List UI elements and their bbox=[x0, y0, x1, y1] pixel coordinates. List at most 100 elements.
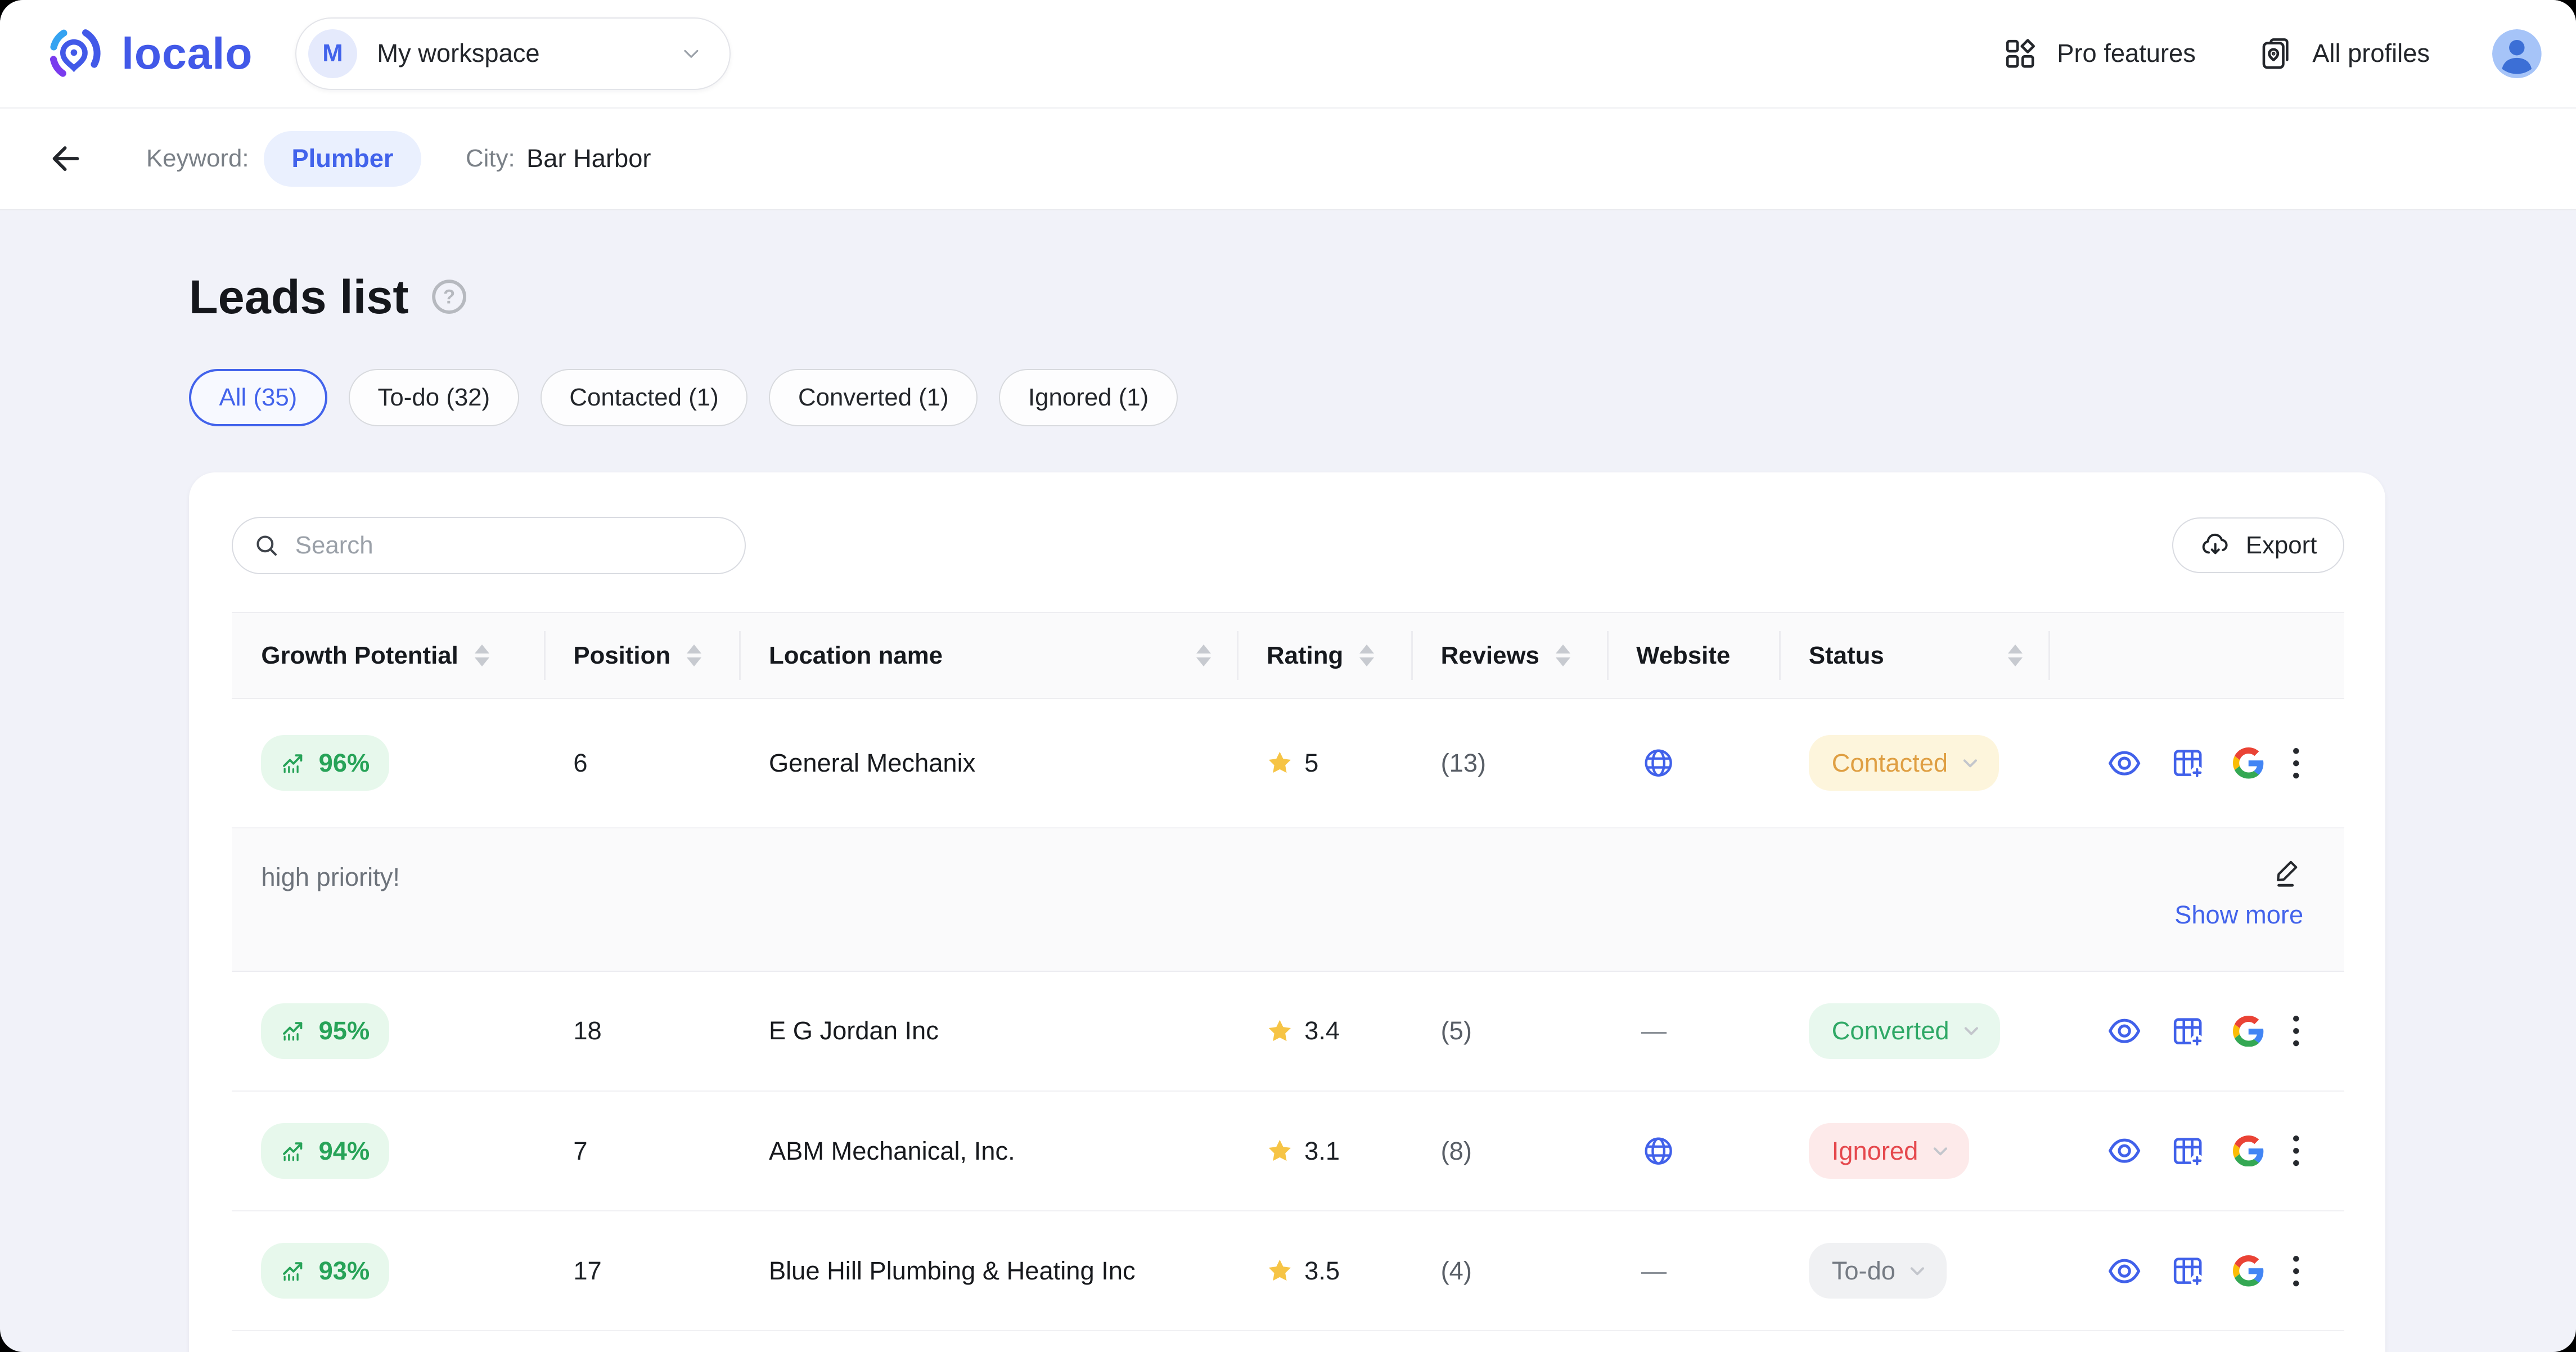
keyword-value-chip[interactable]: Plumber bbox=[264, 131, 421, 187]
nav-all-profiles[interactable]: All profiles bbox=[2258, 37, 2430, 71]
col-rating[interactable]: Rating bbox=[1237, 613, 1411, 698]
keyword-label: Keyword: bbox=[146, 145, 249, 173]
search-input[interactable] bbox=[295, 531, 725, 560]
help-circle-icon[interactable]: ? bbox=[430, 278, 468, 316]
col-growth-potential[interactable]: Growth Potential bbox=[232, 613, 544, 698]
growth-badge: 96% bbox=[261, 735, 389, 791]
table-add-icon[interactable] bbox=[2170, 746, 2205, 780]
city-label: City: bbox=[466, 145, 515, 173]
reviews-cell: (13) bbox=[1411, 699, 1607, 827]
location-name-cell: E G Jordan Inc bbox=[739, 972, 1237, 1090]
kebab-menu-icon[interactable] bbox=[2292, 1134, 2300, 1167]
status-chip[interactable]: Contacted bbox=[1809, 735, 1999, 791]
trend-up-icon bbox=[281, 1139, 305, 1164]
tab-converted[interactable]: Converted (1) bbox=[769, 369, 978, 426]
chevron-down-icon bbox=[1905, 1259, 1930, 1283]
row-actions bbox=[2048, 699, 2344, 827]
pencil-edit-icon[interactable] bbox=[2272, 854, 2303, 889]
export-label: Export bbox=[2246, 531, 2317, 560]
eye-icon[interactable] bbox=[2106, 1253, 2142, 1289]
table-add-icon[interactable] bbox=[2170, 1014, 2205, 1048]
context-bar: Keyword: Plumber City: Bar Harbor bbox=[0, 109, 2576, 210]
col-website: Website bbox=[1607, 613, 1780, 698]
brand-wordmark: localo bbox=[121, 28, 253, 79]
all-profiles-pin-icon bbox=[2258, 37, 2293, 71]
chevron-down-icon bbox=[1959, 1018, 1984, 1043]
chevron-down-icon bbox=[1958, 751, 1983, 776]
location-name-cell: ABM Mechanical, Inc. bbox=[739, 1092, 1237, 1210]
kebab-menu-icon[interactable] bbox=[2292, 1255, 2300, 1287]
sort-arrows-icon bbox=[1556, 645, 1570, 666]
rating-cell: 3.1 bbox=[1237, 1092, 1411, 1210]
col-status[interactable]: Status bbox=[1779, 613, 2048, 698]
rating-cell: 5 bbox=[1237, 699, 1411, 827]
position-cell: 6 bbox=[544, 699, 740, 827]
search-icon bbox=[253, 531, 281, 560]
show-more-link[interactable]: Show more bbox=[2174, 900, 2303, 930]
cloud-download-icon bbox=[2200, 530, 2231, 561]
reviews-cell: (5) bbox=[1411, 972, 1607, 1090]
sort-arrows-icon bbox=[687, 645, 701, 666]
city-value: Bar Harbor bbox=[526, 144, 651, 173]
position-cell: 18 bbox=[544, 972, 740, 1090]
chevron-down-icon bbox=[679, 41, 704, 66]
row-actions bbox=[2048, 972, 2344, 1090]
nav-all-profiles-label: All profiles bbox=[2312, 39, 2430, 68]
workspace-selector[interactable]: M My workspace bbox=[295, 17, 731, 90]
localo-logo-icon bbox=[41, 21, 107, 87]
export-button[interactable]: Export bbox=[2172, 517, 2344, 573]
position-cell: 7 bbox=[544, 1092, 740, 1210]
col-position[interactable]: Position bbox=[544, 613, 740, 698]
google-g-icon[interactable] bbox=[2233, 1135, 2264, 1166]
pro-features-grid-icon bbox=[2003, 37, 2037, 71]
eye-icon[interactable] bbox=[2106, 745, 2142, 781]
table-row: 95% 18 E G Jordan Inc 3.4 (5) — Converte… bbox=[232, 972, 2344, 1092]
kebab-menu-icon[interactable] bbox=[2292, 747, 2300, 779]
globe-icon[interactable] bbox=[1641, 746, 1676, 780]
google-g-icon[interactable] bbox=[2233, 1016, 2264, 1047]
row-actions bbox=[2048, 1211, 2344, 1330]
eye-icon[interactable] bbox=[2106, 1133, 2142, 1169]
back-arrow-icon[interactable] bbox=[46, 139, 85, 178]
nav-pro-features-label: Pro features bbox=[2057, 39, 2196, 68]
table-row: 94% 7 ABM Mechanical, Inc. 3.1 (8) Ignor… bbox=[232, 1092, 2344, 1211]
localo-logo[interactable]: localo bbox=[41, 21, 253, 87]
search-box bbox=[232, 517, 746, 574]
google-g-icon[interactable] bbox=[2233, 1255, 2264, 1286]
sort-arrows-icon bbox=[1359, 645, 1374, 666]
table-row: 96% 6 General Mechanix 5 (13) Contacted bbox=[232, 699, 2344, 827]
kebab-menu-icon[interactable] bbox=[2292, 1015, 2300, 1047]
no-website-dash: — bbox=[1641, 1256, 1667, 1286]
tab-contacted[interactable]: Contacted (1) bbox=[541, 369, 748, 426]
app-window: localo M My workspace Pro features bbox=[0, 0, 2576, 1352]
globe-icon[interactable] bbox=[1641, 1134, 1676, 1168]
growth-badge: 93% bbox=[261, 1243, 389, 1299]
tab-ignored[interactable]: Ignored (1) bbox=[999, 369, 1178, 426]
nav-pro-features[interactable]: Pro features bbox=[2003, 37, 2196, 71]
top-bar: localo M My workspace Pro features bbox=[0, 0, 2576, 109]
workspace-label: My workspace bbox=[377, 39, 678, 68]
table-add-icon[interactable] bbox=[2170, 1254, 2205, 1288]
tab-all[interactable]: All (35) bbox=[189, 369, 327, 426]
sort-arrows-icon bbox=[1196, 645, 1211, 666]
rating-cell: 3.4 bbox=[1237, 972, 1411, 1090]
status-chip[interactable]: Ignored bbox=[1809, 1123, 1969, 1179]
eye-icon[interactable] bbox=[2106, 1013, 2142, 1049]
user-avatar[interactable] bbox=[2492, 29, 2542, 79]
google-g-icon[interactable] bbox=[2233, 747, 2264, 778]
col-reviews[interactable]: Reviews bbox=[1411, 613, 1607, 698]
row-actions bbox=[2048, 1092, 2344, 1210]
rating-cell: 3.5 bbox=[1237, 1211, 1411, 1330]
note-text: high priority! bbox=[261, 854, 400, 950]
status-chip[interactable]: To-do bbox=[1809, 1243, 1947, 1299]
status-chip[interactable]: Converted bbox=[1809, 1003, 2000, 1059]
location-name-cell: Blue Hill Plumbing & Heating Inc bbox=[739, 1211, 1237, 1330]
col-location-name[interactable]: Location name bbox=[739, 613, 1237, 698]
star-icon bbox=[1267, 1138, 1293, 1164]
tab-todo[interactable]: To-do (32) bbox=[349, 369, 519, 426]
star-icon bbox=[1267, 1018, 1293, 1044]
star-icon bbox=[1267, 1258, 1293, 1284]
top-nav: Pro features All profiles bbox=[2003, 29, 2542, 79]
trend-up-icon bbox=[281, 751, 305, 776]
table-add-icon[interactable] bbox=[2170, 1134, 2205, 1168]
